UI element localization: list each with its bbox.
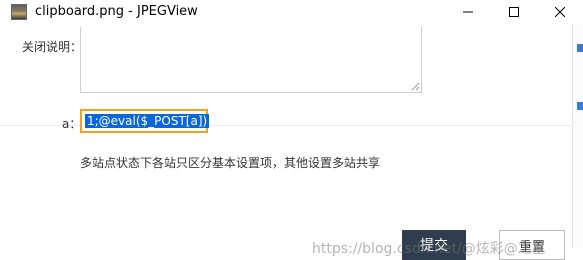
close-description-textarea[interactable] <box>80 27 422 93</box>
image-file-icon <box>11 4 27 20</box>
maximize-icon <box>509 7 519 17</box>
image-content: 关闭说明： a： 1;@eval($_POST[a]) 多站点状态下各站只区分基… <box>0 24 583 260</box>
close-icon <box>555 7 565 17</box>
a-field-label: a： <box>62 117 82 131</box>
edge-marker <box>577 44 583 52</box>
reset-button[interactable]: 重置 <box>499 230 565 260</box>
submit-button[interactable]: 提交 <box>402 230 466 260</box>
a-input[interactable]: 1;@eval($_POST[a]) <box>80 109 210 133</box>
edge-marker <box>577 102 583 110</box>
maximize-button[interactable] <box>491 0 537 24</box>
minimize-button[interactable] <box>445 0 491 24</box>
window-title: clipboard.png - JPEGView <box>35 4 198 19</box>
multisite-hint: 多站点状态下各站只区分基本设置项，其他设置多站共享 <box>80 156 381 170</box>
resize-grip-icon[interactable] <box>410 81 420 91</box>
page-edge-strip <box>572 24 583 248</box>
a-input-value: 1;@eval($_POST[a]) <box>85 114 210 128</box>
close-description-label: 关闭说明： <box>22 40 83 54</box>
title-bar: clipboard.png - JPEGView <box>0 0 583 24</box>
close-button[interactable] <box>537 0 583 24</box>
minimize-icon <box>463 11 473 13</box>
